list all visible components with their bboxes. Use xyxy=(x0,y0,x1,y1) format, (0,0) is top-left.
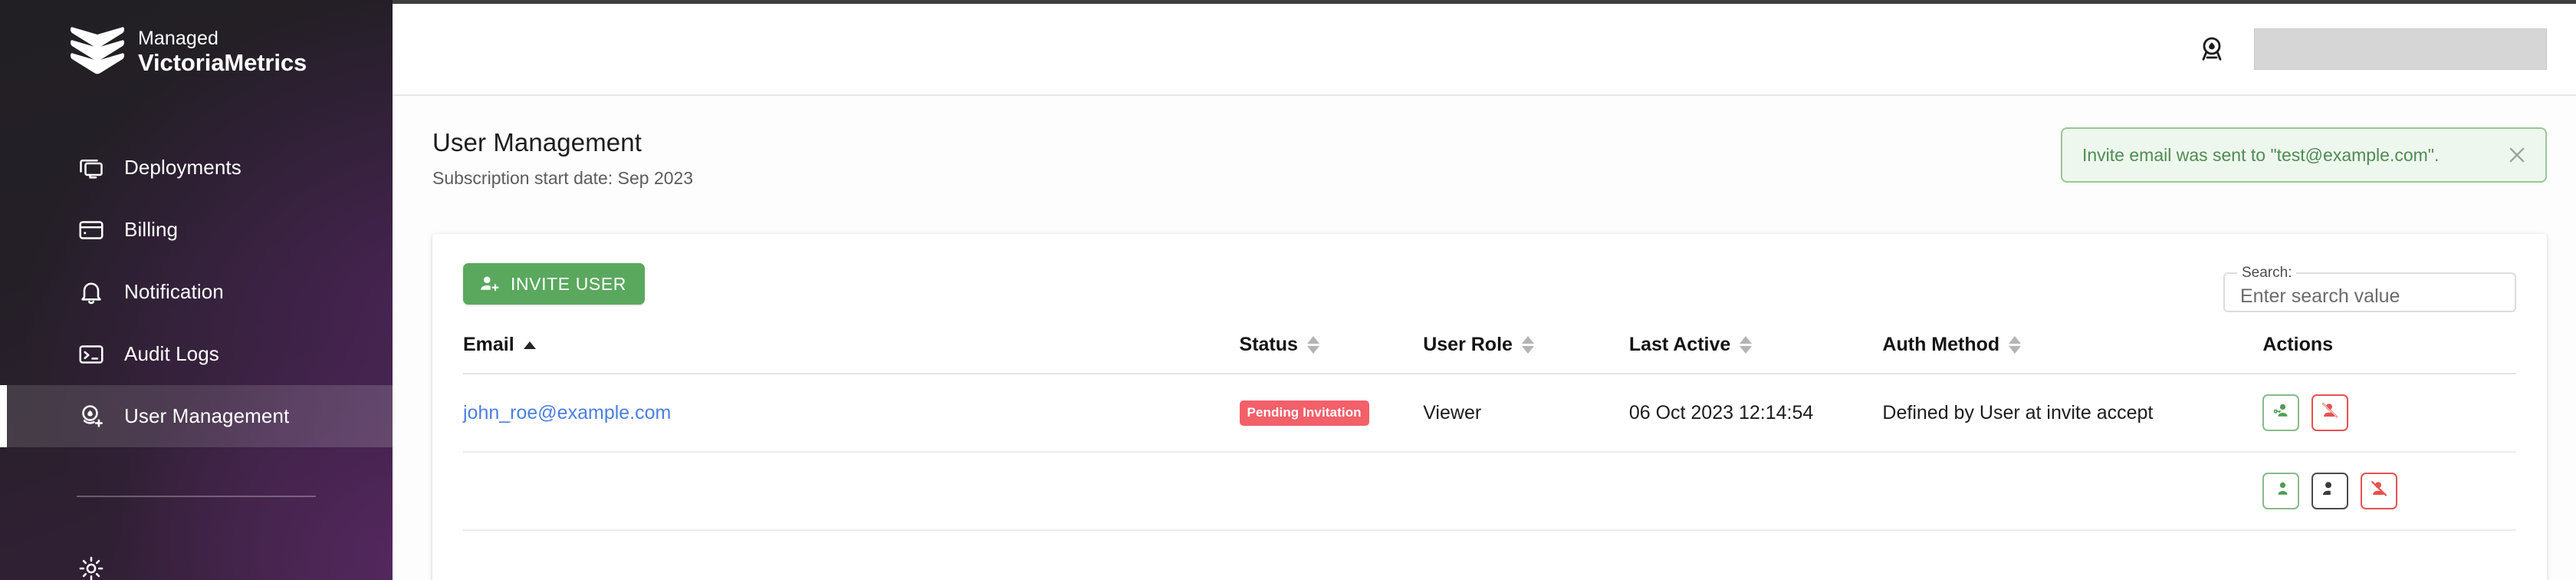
column-label: Auth Method xyxy=(1882,334,2000,355)
cell-status: Pending Invitation xyxy=(1239,374,1424,453)
topbar xyxy=(393,4,2576,96)
search-field-group: Search: xyxy=(2223,265,2516,312)
column-label: Actions xyxy=(2262,334,2334,355)
column-label: User Role xyxy=(1423,334,1513,355)
users-table: Email Status User Role Last Active Auth … xyxy=(463,320,2516,531)
table-row: john_roe@example.com Pending Invitation … xyxy=(463,374,2516,453)
cell-user-role: Viewer xyxy=(1423,374,1629,453)
column-label: Status xyxy=(1239,334,1298,355)
cell-last-active: 06 Oct 2023 12:14:54 xyxy=(1628,374,1883,453)
sidebar-item-label: Notification xyxy=(124,280,224,303)
topbar-placeholder-block[interactable] xyxy=(2254,28,2547,70)
brand-line-1: Managed xyxy=(138,27,219,49)
sort-arrows-icon[interactable] xyxy=(523,341,536,349)
sidebar-item-billing[interactable]: Billing xyxy=(0,199,393,261)
user-blocked-icon xyxy=(2321,401,2339,425)
column-header-email[interactable]: Email xyxy=(463,320,1240,374)
close-icon[interactable] xyxy=(2505,143,2528,166)
sidebar-item-label: Audit Logs xyxy=(124,342,219,365)
column-header-last-active[interactable]: Last Active xyxy=(1628,320,1883,374)
monitors-icon xyxy=(75,152,107,184)
column-header-auth-method[interactable]: Auth Method xyxy=(1882,320,2263,374)
card-toolbar: INVITE USER Search: xyxy=(463,234,2516,320)
user-email-link[interactable]: john_roe@example.com xyxy=(463,402,671,423)
chevrons-stack-logo-icon xyxy=(67,26,127,77)
cell-last-active xyxy=(1628,452,1883,531)
sidebar-item-label: Deployments xyxy=(124,156,242,179)
cell-actions xyxy=(2262,374,2516,453)
cell-user-role xyxy=(1423,452,1629,531)
search-fieldset: Search: xyxy=(2223,265,2516,312)
users-table-body: john_roe@example.com Pending Invitation … xyxy=(463,374,2516,531)
column-header-status[interactable]: Status xyxy=(1239,320,1424,374)
status-badge: Pending Invitation xyxy=(1239,400,1369,426)
sidebar-item-user-management[interactable]: User Management xyxy=(0,385,393,447)
sort-arrows-icon[interactable] xyxy=(1306,336,1319,354)
cell-auth-method: Defined by User at invite accept xyxy=(1882,374,2263,453)
cell-email xyxy=(463,452,1240,531)
user-add-icon xyxy=(75,400,107,433)
sidebar-nav: Deployments Billing Notification Audit L… xyxy=(0,137,393,580)
column-header-actions: Actions xyxy=(2262,320,2516,374)
table-row xyxy=(463,452,2516,531)
main-panel: User Management Subscription start date:… xyxy=(393,96,2576,580)
sidebar-item-settings[interactable] xyxy=(0,537,393,580)
users-table-head: Email Status User Role Last Active Auth … xyxy=(463,320,2516,374)
table-header-row: Email Status User Role Last Active Auth … xyxy=(463,320,2516,374)
user-blocked-icon-button[interactable] xyxy=(2312,394,2349,431)
cell-actions xyxy=(2262,452,2516,531)
sidebar-item-label: Billing xyxy=(124,218,179,241)
users-card: INVITE USER Search: Enter search value E… xyxy=(432,234,2547,580)
terminal-icon xyxy=(75,338,107,371)
sidebar-divider xyxy=(77,496,316,497)
column-label: Last Active xyxy=(1628,334,1731,355)
user-key-icon xyxy=(2272,479,2290,503)
sidebar-item-deployments[interactable]: Deployments xyxy=(0,137,393,199)
brand-text: Managed VictoriaMetrics xyxy=(138,27,307,76)
toast-notification: Invite email was sent to "test@example.c… xyxy=(2061,127,2547,183)
credit-card-icon xyxy=(75,214,107,246)
sort-arrows-icon[interactable] xyxy=(1521,336,1534,354)
user-blocked-icon-button[interactable] xyxy=(2361,473,2398,509)
toast-message: Invite email was sent to "test@example.c… xyxy=(2082,144,2440,165)
user-edit-icon-button[interactable] xyxy=(2312,473,2349,509)
sidebar-item-label: User Management xyxy=(124,404,290,427)
content-area: User Management Subscription start date:… xyxy=(393,0,2576,580)
gear-icon xyxy=(75,552,107,580)
sidebar-item-audit-logs[interactable]: Audit Logs xyxy=(0,323,393,385)
user-blocked-icon xyxy=(2370,479,2388,503)
brand-logo[interactable]: Managed VictoriaMetrics xyxy=(0,0,393,77)
cell-email: john_roe@example.com xyxy=(463,374,1240,453)
user-add-icon xyxy=(478,273,500,295)
user-key-icon xyxy=(2272,401,2290,425)
invite-user-button[interactable]: INVITE USER xyxy=(463,263,646,305)
sidebar: Managed VictoriaMetrics Deployments Bill… xyxy=(0,0,393,580)
column-header-user-role[interactable]: User Role xyxy=(1423,320,1629,374)
user-edit-icon xyxy=(2321,479,2339,503)
cell-status xyxy=(1239,452,1424,531)
invite-user-label: INVITE USER xyxy=(511,273,627,294)
sidebar-item-notification[interactable]: Notification xyxy=(0,261,393,323)
user-key-icon-button[interactable] xyxy=(2262,473,2300,509)
sidebar-bottom-group xyxy=(0,537,393,580)
search-input[interactable] xyxy=(2234,285,2505,308)
app-root: Managed VictoriaMetrics Deployments Bill… xyxy=(0,0,2576,580)
account-badge-icon[interactable] xyxy=(2194,31,2229,67)
bell-icon xyxy=(75,276,107,308)
sort-arrows-icon[interactable] xyxy=(1740,336,1753,354)
cell-auth-method xyxy=(1882,452,2263,531)
brand-line-2: VictoriaMetrics xyxy=(138,48,307,76)
sort-arrows-icon[interactable] xyxy=(2009,336,2022,354)
user-key-icon-button[interactable] xyxy=(2262,394,2300,431)
search-legend: Search: xyxy=(2242,265,2292,281)
column-label: Email xyxy=(463,334,514,355)
